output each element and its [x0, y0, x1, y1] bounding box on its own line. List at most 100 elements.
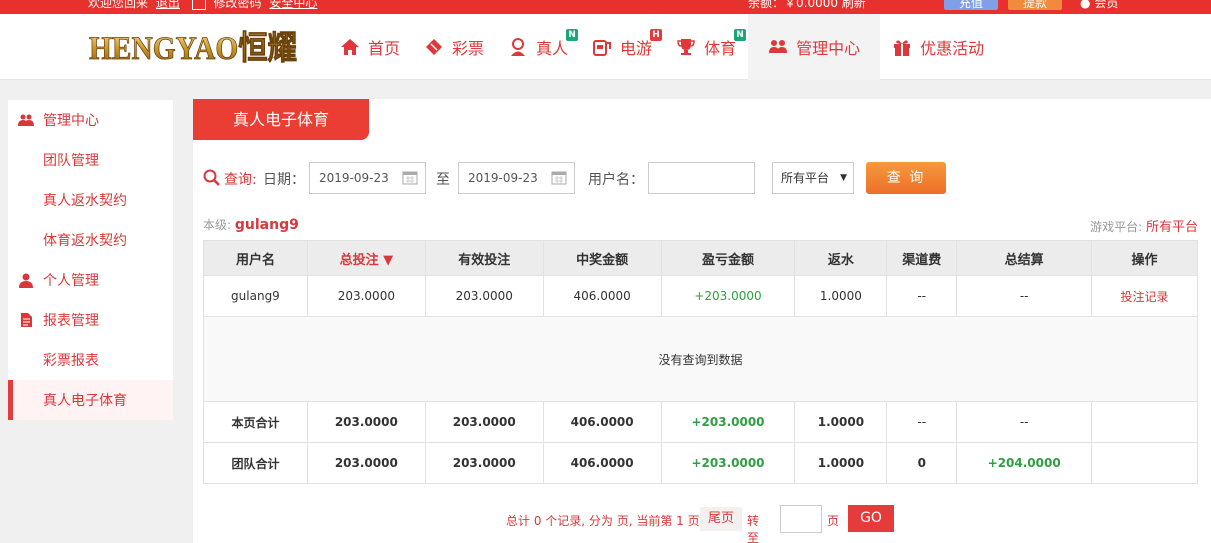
cell-action: [1091, 401, 1198, 443]
cell-rebate: 1.0000: [794, 275, 888, 317]
go-button[interactable]: GO: [848, 505, 894, 532]
col-total-bet-sort[interactable]: 总投注 ▼: [306, 240, 426, 276]
username-label: 用户名：: [588, 172, 644, 188]
page-number-input[interactable]: [780, 505, 822, 533]
calendar-icon[interactable]: [402, 169, 418, 185]
nav-lottery-label: 彩票: [452, 39, 485, 58]
cell-profit-loss: +203.0000: [660, 401, 796, 443]
main-nav: 首页 彩票 真人 N 电游 H 体育 N 管理中心 优惠活动: [328, 14, 996, 80]
nav-live[interactable]: 真人 N: [496, 14, 580, 80]
col-username: 用户名: [203, 240, 308, 276]
user-menu[interactable]: ● 会员: [1080, 0, 1118, 11]
nav-lottery[interactable]: 彩票: [412, 14, 496, 80]
query-button[interactable]: 查 询: [866, 162, 946, 194]
level-info: 本级: gulang9: [203, 216, 299, 233]
cell-valid-bet: 203.0000: [424, 401, 544, 443]
checkbox-icon[interactable]: [191, 0, 206, 10]
goto-label: 转至: [747, 514, 760, 543]
sidebar-item-reports[interactable]: 报表管理: [8, 300, 173, 340]
col-settlement: 总结算: [956, 240, 1093, 276]
cell-settlement: --: [956, 401, 1093, 443]
sidebar-item-label: 彩票报表: [43, 353, 99, 369]
platform-select-value: 所有平台: [781, 171, 830, 185]
level-user: gulang9: [234, 217, 299, 233]
sidebar-item-label: 真人电子体育: [43, 393, 127, 409]
report-icon: [21, 313, 32, 327]
nav-promotions[interactable]: 优惠活动: [880, 14, 996, 80]
sidebar-item-label: 团队管理: [43, 153, 99, 169]
home-icon: [341, 39, 359, 55]
nav-home-label: 首页: [368, 39, 401, 58]
deposit-button[interactable]: 充值: [944, 0, 998, 10]
group-icon: [18, 114, 34, 126]
nav-sports[interactable]: 体育 N: [664, 14, 748, 80]
main-panel: 真人电子体育 查询: 日期： 2019-09-23 至 2019-09-23 用…: [193, 99, 1211, 543]
cell-profit-loss: +203.0000: [660, 442, 796, 484]
level-label: 本级:: [203, 218, 232, 232]
platform-info: 游戏平台: 所有平台: [1090, 216, 1198, 235]
report-table: 用户名 总投注 ▼ 有效投注 中奖金额 盈亏金额 返水 渠道费 总结算 操作 g…: [203, 240, 1198, 484]
nav-live-label: 真人: [536, 39, 569, 58]
bet-record-link[interactable]: 投注记录: [1091, 275, 1198, 317]
nav-slots[interactable]: 电游 H: [580, 14, 664, 80]
cell-win-amount: 406.0000: [542, 401, 662, 443]
trophy-icon: [677, 39, 695, 55]
sidebar-item-lottery-report[interactable]: 彩票报表: [8, 340, 173, 380]
user-icon: ●: [1080, 0, 1091, 10]
empty-row: 没有查询到数据: [203, 316, 1198, 402]
platform-select[interactable]: 所有平台 ▼: [772, 162, 854, 194]
top-bar-left: 欢迎您回来 退出 修改密码 安全中心: [88, 0, 321, 11]
nav-home[interactable]: 首页: [328, 14, 412, 80]
nav-management[interactable]: 管理中心: [748, 14, 881, 80]
last-page-button[interactable]: 尾页: [700, 507, 742, 531]
col-action: 操作: [1091, 240, 1198, 276]
cell-username: gulang9: [203, 275, 308, 317]
dropdown-arrow-icon: ▼: [840, 173, 847, 183]
query-bar: 查询: 日期： 2019-09-23 至 2019-09-23 用户名： 所有平…: [203, 162, 1203, 194]
sidebar-item-team[interactable]: 团队管理: [8, 140, 173, 180]
sidebar-item-live-electronic-sports[interactable]: 真人电子体育: [8, 380, 173, 420]
svg-text:HENGYAO恒耀: HENGYAO恒耀: [89, 30, 297, 65]
team-total-row: 团队合计 203.0000 203.0000 406.0000 +203.000…: [203, 442, 1198, 484]
page-total-row: 本页合计 203.0000 203.0000 406.0000 +203.000…: [203, 401, 1198, 443]
cell-profit-loss: +203.0000: [660, 275, 796, 317]
username-input[interactable]: [648, 162, 755, 194]
nav-slots-label: 电游: [620, 39, 653, 58]
cell-settlement: +204.0000: [956, 442, 1093, 484]
cell-label: 团队合计: [203, 442, 308, 484]
sidebar-item-personal[interactable]: 个人管理: [8, 260, 173, 300]
cell-channel-fee: 0: [886, 442, 958, 484]
tab-live-electronic-sports[interactable]: 真人电子体育: [193, 99, 369, 140]
new-badge: N: [566, 29, 579, 41]
sidebar-item-management-center[interactable]: 管理中心: [8, 100, 173, 140]
date-label: 日期：: [263, 172, 305, 188]
sidebar-item-label: 个人管理: [43, 273, 99, 289]
logout-link[interactable]: 退出: [156, 0, 180, 10]
welcome-text: 欢迎您回来: [88, 0, 149, 10]
calendar-icon[interactable]: [551, 169, 567, 185]
security-center-link[interactable]: 安全中心: [269, 0, 317, 10]
cell-rebate: 1.0000: [794, 442, 888, 484]
sidebar: 管理中心 团队管理 真人返水契约 体育返水契约 个人管理 报表管理 彩票报表 真…: [8, 100, 173, 420]
user-label: 会员: [1094, 0, 1119, 10]
col-rebate: 返水: [794, 240, 888, 276]
sidebar-item-label: 真人返水契约: [43, 193, 127, 209]
table-header-row: 用户名 总投注 ▼ 有效投注 中奖金额 盈亏金额 返水 渠道费 总结算 操作: [203, 240, 1198, 276]
pagination-summary: 总计 0 个记录, 分为 页, 当前第 1 页: [506, 514, 700, 528]
cell-valid-bet: 203.0000: [424, 275, 544, 317]
cell-action: [1091, 442, 1198, 484]
sidebar-item-label: 管理中心: [43, 113, 99, 129]
cell-label: 本页合计: [203, 401, 308, 443]
withdraw-button[interactable]: 提款: [1008, 0, 1062, 10]
gift-icon: [894, 40, 911, 56]
cell-win-amount: 406.0000: [542, 442, 662, 484]
top-bar: 欢迎您回来 退出 修改密码 安全中心 余额：￥0.0000 刷新 充值 提款 ●…: [0, 0, 1211, 14]
logo[interactable]: HENGYAO恒耀: [89, 29, 298, 68]
sidebar-item-sports-rebate[interactable]: 体育返水契约: [8, 220, 173, 260]
sidebar-item-live-rebate[interactable]: 真人返水契约: [8, 180, 173, 220]
platform-info-label: 游戏平台:: [1090, 220, 1143, 234]
col-profit-loss: 盈亏金额: [660, 240, 796, 276]
change-password-text[interactable]: 修改密码: [214, 0, 262, 10]
sidebar-item-label: 体育返水契约: [43, 233, 127, 249]
platform-info-value: 所有平台: [1145, 220, 1198, 235]
